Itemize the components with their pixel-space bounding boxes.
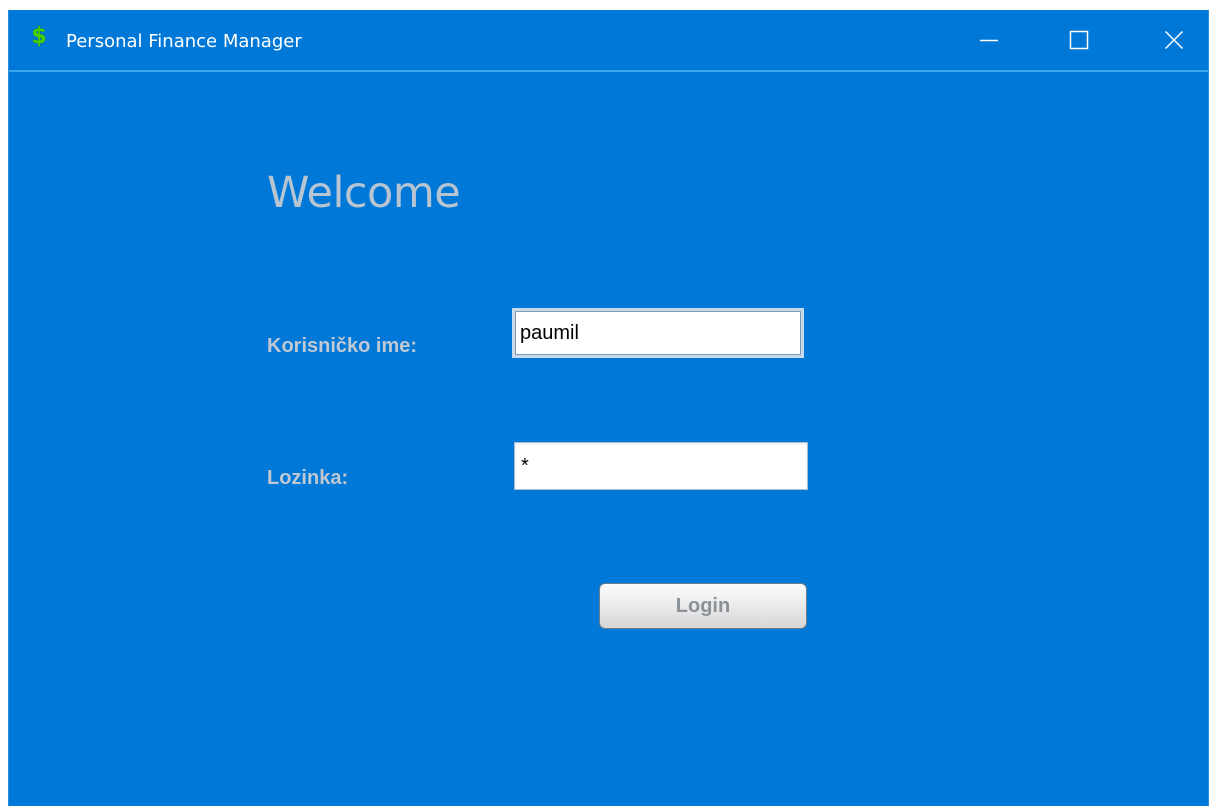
close-button[interactable] <box>1144 10 1204 70</box>
title-bar[interactable]: $ Personal Finance Manager <box>9 10 1208 72</box>
minimize-button[interactable] <box>959 10 1019 70</box>
password-label: Lozinka: <box>267 467 349 489</box>
dollar-sign-icon: $ <box>31 24 47 49</box>
welcome-heading: Welcome <box>267 168 461 218</box>
minimize-icon <box>980 39 998 42</box>
username-input[interactable] <box>512 308 804 358</box>
username-label: Korisničko ime: <box>267 335 418 357</box>
window-title: Personal Finance Manager <box>66 31 302 52</box>
maximize-button[interactable] <box>1049 10 1109 70</box>
close-icon <box>1164 30 1184 50</box>
login-button[interactable]: Login <box>599 583 807 629</box>
app-window: $ Personal Finance Manager Welcome Koris… <box>8 10 1209 806</box>
password-input[interactable] <box>514 442 808 490</box>
maximize-icon <box>1069 30 1089 50</box>
